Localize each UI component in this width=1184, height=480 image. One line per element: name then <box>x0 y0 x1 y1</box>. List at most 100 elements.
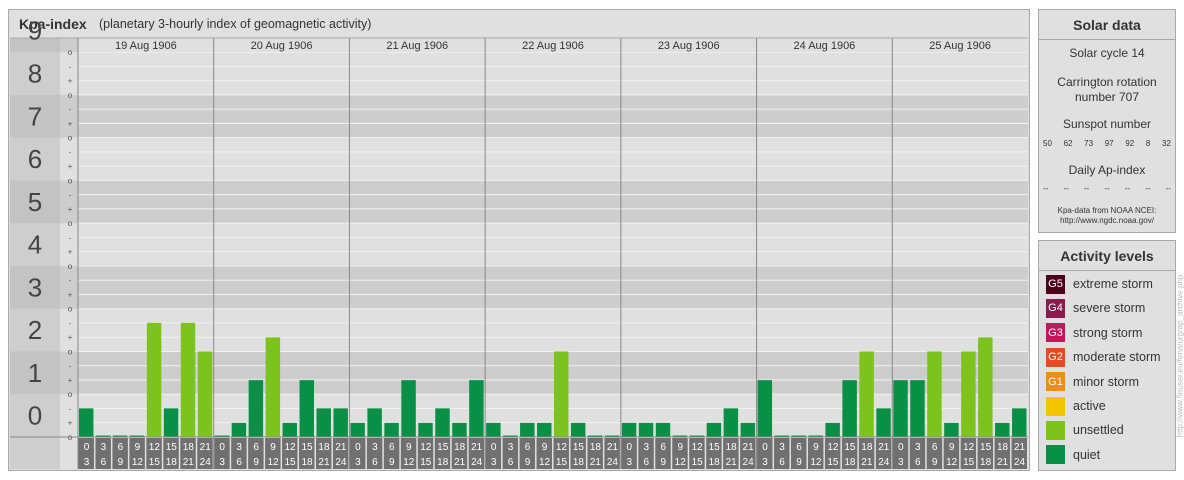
kp-bar <box>537 422 552 437</box>
kp-bar <box>1012 408 1027 437</box>
minor-tick-label: + <box>68 333 73 342</box>
minor-tick-label: - <box>69 105 72 114</box>
time-end-label: 24 <box>743 457 755 468</box>
kp-bar <box>146 322 162 437</box>
minor-tick-label: - <box>69 233 72 242</box>
kp-bar <box>350 422 365 437</box>
data-source-line-1: Kpa-data from NOAA NCEI: <box>1057 206 1157 215</box>
time-start-label: 0 <box>627 442 633 453</box>
time-end-label: 24 <box>471 457 483 468</box>
sunspot-label: Sunspot number <box>1062 117 1152 131</box>
sunspot-value: 50 <box>1043 139 1052 148</box>
time-start-label: 9 <box>270 442 276 453</box>
kp-bar <box>316 408 331 437</box>
time-start-label: 18 <box>997 442 1009 453</box>
kp-bar <box>570 422 586 437</box>
credit-watermark: http://www.fleuser.eu/fenaturgrap_archiv… <box>1176 240 1184 471</box>
time-end-label: 6 <box>508 457 514 468</box>
ap-index-value: -- <box>1104 184 1110 193</box>
kp-bar <box>927 351 942 437</box>
kp-bar <box>333 408 348 437</box>
time-end-label: 18 <box>844 457 856 468</box>
legend-swatch: G2 <box>1046 347 1065 367</box>
time-start-label: 18 <box>726 442 738 453</box>
time-end-label: 12 <box>403 457 415 468</box>
time-end-label: 15 <box>149 457 161 468</box>
time-end-label: 9 <box>796 457 802 468</box>
minor-tick-label: - <box>69 404 72 413</box>
time-end-label: 15 <box>692 457 704 468</box>
minor-tick-label: o <box>68 262 73 271</box>
data-source-link[interactable]: http://www.ngdc.noaa.gov/ <box>1039 216 1175 225</box>
minor-tick-label: + <box>68 376 73 385</box>
time-start-label: 18 <box>318 442 330 453</box>
time-start-label: 15 <box>844 442 856 453</box>
time-start-label: 18 <box>454 442 466 453</box>
time-start-label: 3 <box>508 442 514 453</box>
minor-tick-label: o <box>68 91 73 100</box>
time-end-label: 18 <box>573 457 585 468</box>
kp-bar <box>621 422 637 437</box>
kp-bar <box>248 380 264 437</box>
time-start-label: 12 <box>963 442 975 453</box>
time-end-label: 3 <box>491 457 497 468</box>
time-start-label: 3 <box>236 442 242 453</box>
activity-levels-panel: Activity levels G5 extreme storm G4 severe … <box>1038 240 1176 471</box>
time-start-label: 9 <box>949 442 955 453</box>
time-start-label: 6 <box>525 442 531 453</box>
legend-swatch: G4 <box>1046 298 1065 318</box>
kp-bar <box>418 422 433 437</box>
time-end-label: 18 <box>301 457 313 468</box>
time-end-label: 9 <box>118 457 124 468</box>
time-start-label: 3 <box>915 442 921 453</box>
time-end-label: 18 <box>166 457 178 468</box>
time-end-label: 3 <box>84 457 90 468</box>
time-start-label: 6 <box>660 442 666 453</box>
time-start-label: 18 <box>183 442 195 453</box>
time-start-label: 12 <box>827 442 839 453</box>
day-label: 23 Aug 1906 <box>658 40 720 52</box>
kp-bar <box>520 422 535 437</box>
time-end-label: 21 <box>726 457 738 468</box>
ap-index-values: -- -- -- -- -- -- -- <box>1043 184 1171 193</box>
minor-tick-label: + <box>68 290 73 299</box>
sunspot-value: 97 <box>1104 139 1114 148</box>
kp-band <box>10 180 1028 224</box>
time-end-label: 12 <box>810 457 822 468</box>
kp-bar <box>163 408 179 437</box>
time-start-label: 9 <box>406 442 412 453</box>
kp-band <box>10 394 1028 437</box>
sunspot-value: 73 <box>1084 139 1094 148</box>
legend-item-severe-storm: G4 severe storm <box>1046 298 1145 318</box>
kp-bar <box>469 380 484 437</box>
time-start-label: 12 <box>149 442 161 453</box>
kp-band <box>10 52 1028 95</box>
carrington-line-1: Carrington rotation <box>1057 75 1157 89</box>
kp-bar <box>638 422 654 437</box>
time-end-label: 6 <box>372 457 378 468</box>
kp-bar <box>825 422 840 437</box>
time-end-label: 24 <box>607 457 619 468</box>
time-start-label: 21 <box>1014 442 1026 453</box>
y-tick-label: 1 <box>28 358 42 388</box>
time-start-label: 6 <box>796 442 802 453</box>
day-label: 22 Aug 1906 <box>522 40 584 52</box>
time-end-label: 15 <box>420 457 432 468</box>
time-end-label: 6 <box>779 457 785 468</box>
time-start-label: 3 <box>101 442 107 453</box>
time-start-label: 3 <box>779 442 785 453</box>
kp-bar <box>282 422 298 437</box>
minor-tick-label: - <box>69 319 72 328</box>
time-end-label: 21 <box>997 457 1009 468</box>
legend-label: strong storm <box>1073 325 1143 340</box>
time-end-label: 12 <box>268 457 280 468</box>
kp-bar <box>452 422 467 437</box>
time-start-label: 0 <box>219 442 225 453</box>
ap-index-value: -- <box>1165 184 1171 193</box>
kp-bar <box>79 408 94 437</box>
kp-bar <box>859 351 874 437</box>
y-tick-label: 3 <box>28 272 42 302</box>
y-tick-label: 7 <box>28 101 42 131</box>
minor-tick-label: o <box>68 134 73 143</box>
ap-index-value: -- <box>1083 184 1090 193</box>
